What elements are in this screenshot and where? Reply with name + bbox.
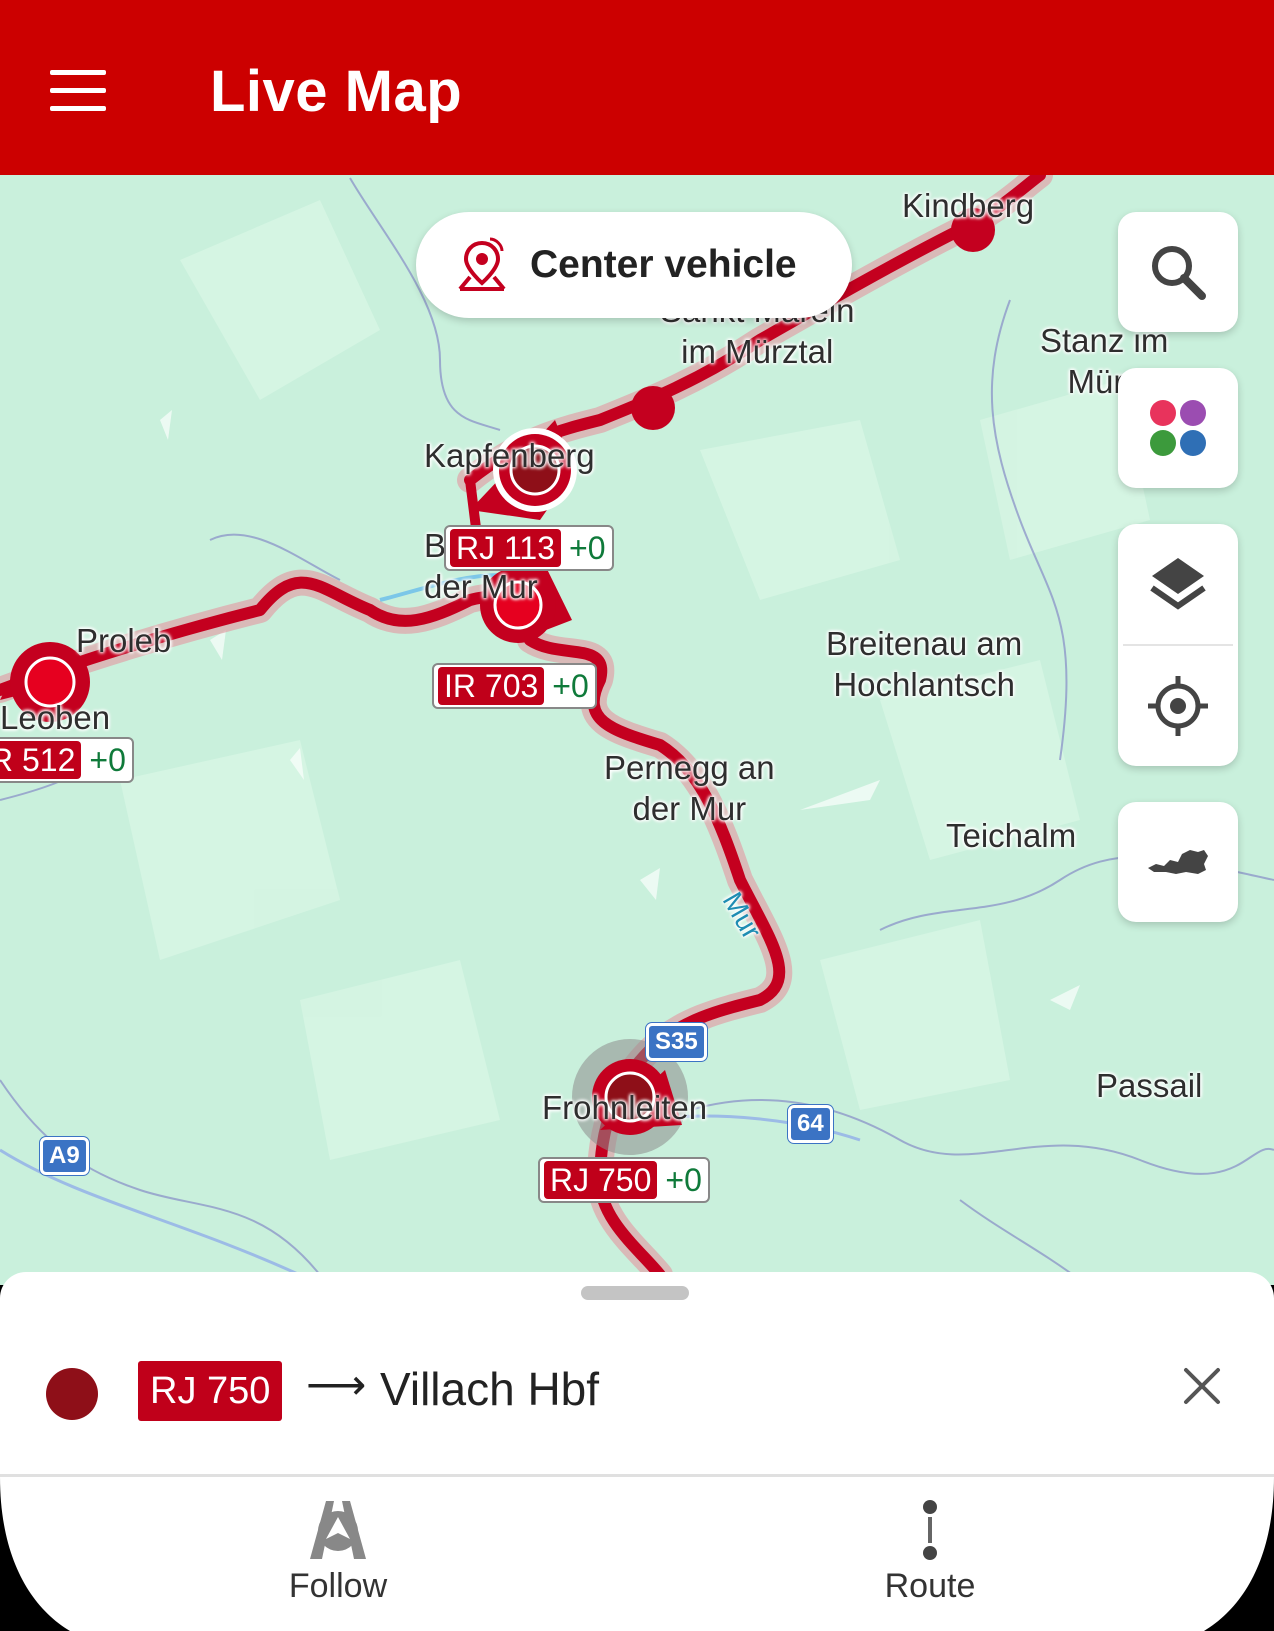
train-label-r512[interactable]: R 512 +0 xyxy=(0,737,134,783)
locate-button[interactable] xyxy=(1118,646,1238,766)
train-number: RJ 113 xyxy=(450,529,562,567)
screen-corner-left xyxy=(0,1477,70,1631)
layers-button[interactable] xyxy=(1118,524,1238,644)
direction-arrow-icon: ⟶ xyxy=(306,1361,367,1408)
follow-button[interactable]: Follow xyxy=(188,1477,488,1631)
train-label-rj113[interactable]: RJ 113 +0 xyxy=(444,525,614,571)
vehicle-number-badge: RJ 750 xyxy=(138,1361,283,1421)
train-label-rj750[interactable]: RJ 750 +0 xyxy=(538,1157,710,1203)
vehicle-color-dot xyxy=(46,1368,98,1420)
place-passail: Passail xyxy=(1096,1067,1203,1104)
menu-button[interactable] xyxy=(38,58,118,118)
place-teichalm: Teichalm xyxy=(946,817,1077,854)
road-shield-a9: A9 xyxy=(40,1137,89,1175)
place-pernegg: Pernegg an der Mur xyxy=(604,749,775,827)
route-stops-icon xyxy=(923,1500,937,1560)
train-delay: +0 xyxy=(552,667,589,704)
place-frohnleiten: Frohnleiten xyxy=(542,1089,708,1126)
location-pin-icon xyxy=(458,237,506,291)
center-vehicle-button[interactable]: Center vehicle xyxy=(416,212,852,318)
place-leoben: Leoben xyxy=(0,699,111,736)
place-breitenau: Breitenau am Hochlantsch xyxy=(826,625,1023,703)
sheet-drag-handle[interactable] xyxy=(581,1286,689,1300)
train-label-ir703[interactable]: IR 703 +0 xyxy=(432,663,597,709)
train-delay: +0 xyxy=(89,741,126,778)
place-kapfenberg: Kapfenberg xyxy=(424,437,595,474)
search-fab[interactable] xyxy=(1118,212,1238,332)
center-vehicle-label: Center vehicle xyxy=(530,243,797,286)
train-number: RJ 750 xyxy=(544,1161,658,1199)
search-button[interactable] xyxy=(1118,212,1238,332)
page-title: Live Map xyxy=(210,59,463,124)
hamburger-line xyxy=(50,88,106,93)
vehicle-destination: Villach Hbf xyxy=(380,1363,600,1415)
search-icon xyxy=(1152,246,1206,300)
place-kindberg: Kindberg xyxy=(902,187,1035,224)
map-controls-fab xyxy=(1118,524,1238,766)
follow-road-icon xyxy=(310,1501,366,1559)
hamburger-icon xyxy=(50,70,106,75)
stations-fab[interactable] xyxy=(1118,368,1238,488)
bottom-nav: Follow Route xyxy=(0,1477,1274,1631)
train-number: R 512 xyxy=(0,741,82,779)
road-shield-s35: S35 xyxy=(646,1023,707,1061)
route-label: Route xyxy=(884,1567,976,1605)
screen-corner-right xyxy=(1204,1477,1274,1631)
map-view[interactable]: Kindberg Sankt Marein im Mürztal Stanz i… xyxy=(0,175,1274,1285)
route-button[interactable]: Route xyxy=(780,1477,1080,1631)
hamburger-line xyxy=(50,106,106,111)
crosshair-icon xyxy=(1148,676,1208,736)
country-view-button[interactable] xyxy=(1118,802,1238,922)
train-delay: +0 xyxy=(569,529,606,566)
train-delay: +0 xyxy=(665,1161,702,1198)
layers-icon xyxy=(1150,558,1206,610)
train-number: IR 703 xyxy=(438,667,545,705)
road-shield-64: 64 xyxy=(788,1105,833,1143)
stations-button[interactable] xyxy=(1118,368,1238,488)
close-icon[interactable] xyxy=(1180,1364,1224,1408)
app-bar: Live Map xyxy=(0,0,1274,175)
colored-dots-icon xyxy=(1150,400,1206,456)
austria-map-icon xyxy=(1148,850,1208,874)
country-fab[interactable] xyxy=(1118,802,1238,922)
follow-label: Follow xyxy=(288,1567,388,1605)
place-proleb: Proleb xyxy=(76,622,172,659)
